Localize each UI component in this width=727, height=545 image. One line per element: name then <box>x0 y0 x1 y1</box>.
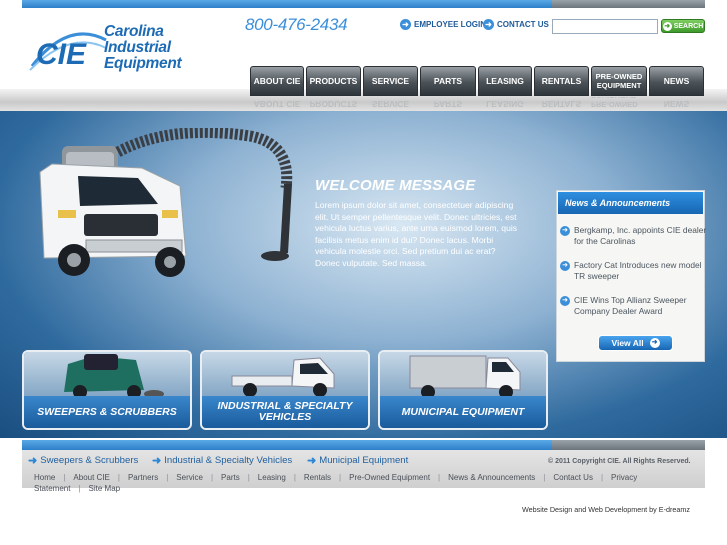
search-input[interactable] <box>552 19 658 34</box>
footer-nav: Home | About CIE | Partners | Service | Parts | Le… <box>34 472 699 494</box>
arrow-right-icon: ➜ <box>28 455 38 467</box>
nav-tab-leasing[interactable]: LEASING <box>478 66 532 96</box>
nav-reflection: PARTS <box>433 99 463 109</box>
footer-link-sweepers[interactable]: ➜ Sweepers & Scrubbers <box>28 454 138 467</box>
footer-nav-pre-owned[interactable]: Pre-Owned Equipment <box>349 473 430 482</box>
search-button[interactable]: ➜ SEARCH <box>661 19 705 33</box>
footer-link-industrial[interactable]: ➜ Industrial & Specialty Vehicles <box>152 454 292 467</box>
arrow-right-icon: ➜ <box>307 455 317 467</box>
footer-accent-bar-grey <box>552 440 705 450</box>
news-item[interactable]: ➜ Factory Cat Introduces new model TR sw… <box>560 260 710 282</box>
news-heading: News & Announcements <box>558 192 703 214</box>
copyright-text: © 2011 Copyright CIE. All Rights Reserve… <box>548 458 691 465</box>
phone-number: 800-476-2434 <box>245 15 348 34</box>
news-item-text: Bergkamp, Inc. appoints CIE dealer for t… <box>574 225 707 246</box>
footer-accent-bar <box>22 440 552 450</box>
arrow-right-icon: ➜ <box>483 18 494 30</box>
separator: | <box>339 473 342 482</box>
search-button-label: SEARCH <box>673 22 704 30</box>
arrow-right-icon: ➜ <box>400 18 411 30</box>
footer-nav-sitemap[interactable]: Site Map <box>89 484 121 493</box>
separator: | <box>543 473 546 482</box>
contact-us-label: CONTACT US <box>497 19 549 29</box>
arrow-right-icon: ➜ <box>560 226 570 236</box>
welcome-title: WELCOME MESSAGE <box>315 177 476 194</box>
contact-us-link[interactable]: ➜ CONTACT US <box>483 16 549 32</box>
view-all-button[interactable]: View All ➜ <box>598 335 673 351</box>
logo-word-2: Industrial <box>104 39 171 56</box>
news-item[interactable]: ➜ Bergkamp, Inc. appoints CIE dealer for… <box>560 225 710 247</box>
top-accent-bar <box>22 0 552 8</box>
arrow-right-icon: ➜ <box>560 261 570 271</box>
footer-nav-privacy[interactable]: Privacy Statement <box>34 473 637 493</box>
footer-link-label: Sweepers & Scrubbers <box>40 455 139 466</box>
nav-tab-about[interactable]: ABOUT CIE <box>250 66 304 96</box>
nav-reflection: NEWS <box>663 99 690 109</box>
nav-tab-service[interactable]: SERVICE <box>363 66 418 96</box>
footer-nav-about[interactable]: About CIE <box>73 473 109 482</box>
municipal-truck-image <box>380 352 546 400</box>
footer-link-label: Industrial & Specialty Vehicles <box>164 455 293 466</box>
nav-tab-news[interactable]: NEWS <box>649 66 704 96</box>
welcome-body: Lorem ipsum dolor sit amet, consectetuer… <box>315 200 518 268</box>
separator: | <box>78 484 81 493</box>
separator: | <box>210 473 214 482</box>
news-item-text: CIE Wins Top Allianz Sweeper Company Dea… <box>574 295 687 316</box>
logo-wordmark: Carolina Industrial Equipment <box>104 23 182 72</box>
footer-nav-rentals[interactable]: Rentals <box>304 473 331 482</box>
footer-nav-service[interactable]: Service <box>176 473 203 482</box>
card-industrial-vehicles[interactable]: INDUSTRIAL & SPECIALTY VEHICLES <box>200 350 370 430</box>
nav-reflection: RENTALS <box>541 99 582 109</box>
footer-nav-home[interactable]: Home <box>34 473 55 482</box>
footer-nav-contact[interactable]: Contact Us <box>553 473 593 482</box>
logo-word-1: Carolina <box>104 23 164 40</box>
card-label: SWEEPERS & SCRUBBERS <box>24 396 190 428</box>
separator: | <box>247 473 250 482</box>
separator: | <box>438 473 441 482</box>
footer-nav-news[interactable]: News & Announcements <box>448 473 535 482</box>
employee-login-link[interactable]: ➜ EMPLOYEE LOGIN <box>400 16 486 32</box>
nav-tab-rentals[interactable]: RENTALS <box>534 66 589 96</box>
sweeper-image <box>24 352 190 400</box>
separator: | <box>293 473 296 482</box>
footer-nav-partners[interactable]: Partners <box>128 473 158 482</box>
nav-tab-parts[interactable]: PARTS <box>420 66 476 96</box>
arrow-right-icon: ➜ <box>560 296 570 306</box>
separator: | <box>117 473 120 482</box>
designer-credit[interactable]: Website Design and Web Development by E-… <box>522 505 690 514</box>
footer-nav-parts[interactable]: Parts <box>221 473 240 482</box>
logo-word-3: Equipment <box>104 55 182 72</box>
news-item-text: Factory Cat Introduces new model TR swee… <box>574 260 702 281</box>
separator: | <box>166 473 169 482</box>
company-logo[interactable]: CIE Carolina Industrial Equipment <box>22 20 187 76</box>
arrow-right-icon: ➜ <box>662 21 672 31</box>
news-item[interactable]: ➜ CIE Wins Top Allianz Sweeper Company D… <box>560 295 710 317</box>
card-label: MUNICIPAL EQUIPMENT <box>380 396 546 428</box>
nav-reflection: ABOUT CIE <box>253 99 301 109</box>
card-sweepers-scrubbers[interactable]: SWEEPERS & SCRUBBERS <box>22 350 192 430</box>
top-accent-bar-grey <box>552 0 705 8</box>
arrow-right-icon: ➜ <box>152 455 162 467</box>
card-municipal-equipment[interactable]: MUNICIPAL EQUIPMENT <box>378 350 548 430</box>
card-label: INDUSTRIAL & SPECIALTY VEHICLES <box>202 396 368 428</box>
nav-reflection: PRODUCTS <box>309 99 358 109</box>
view-all-label: View All <box>611 338 644 348</box>
vacuum-truck-image <box>39 128 293 277</box>
nav-tab-products[interactable]: PRODUCTS <box>306 66 361 96</box>
employee-login-label: EMPLOYEE LOGIN <box>414 19 487 29</box>
separator: | <box>600 473 604 482</box>
separator: | <box>63 473 66 482</box>
nav-reflection: PRE-OWNED EQUIPMENT <box>591 97 638 109</box>
footer-link-municipal[interactable]: ➜ Municipal Equipment <box>307 454 408 467</box>
nav-tab-pre-owned[interactable]: PRE-OWNED EQUIPMENT <box>591 66 647 96</box>
utility-truck-image <box>202 352 368 400</box>
cie-logo-mark: CIE <box>29 32 107 71</box>
arrow-right-icon: ➜ <box>649 338 660 348</box>
nav-reflection: LEASING <box>486 99 524 109</box>
svg-text:CIE: CIE <box>36 38 87 71</box>
nav-reflection: SERVICE <box>371 99 410 109</box>
footer-nav-leasing[interactable]: Leasing <box>258 473 286 482</box>
footer-link-label: Municipal Equipment <box>319 455 409 466</box>
